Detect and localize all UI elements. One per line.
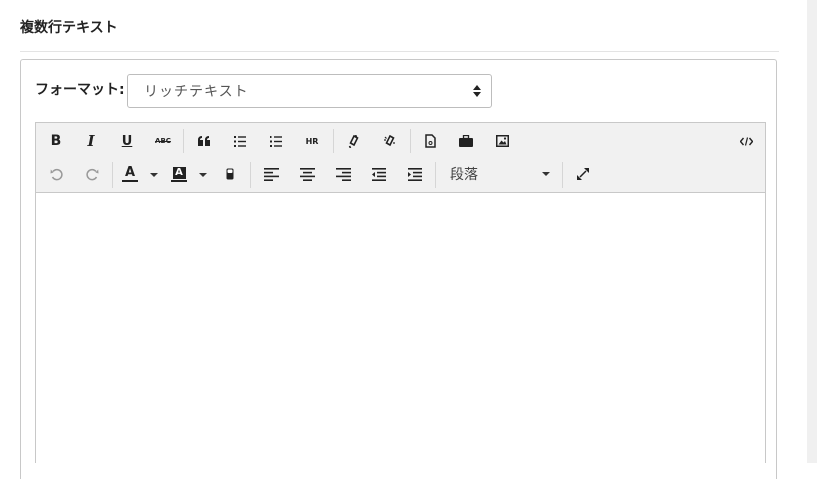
align-center-button[interactable] [294,162,320,186]
toolbar-separator [112,162,113,188]
briefcase-button[interactable] [453,129,479,153]
toolbar-separator [250,162,251,188]
numbered-list-icon [270,135,282,147]
title-divider [20,51,779,52]
eraser-button[interactable] [217,162,243,186]
highlight-color-button[interactable]: A [166,162,192,186]
blockquote-icon [198,136,210,146]
undo-icon [50,168,63,180]
fullscreen-button[interactable] [570,162,596,186]
horizontal-rule-icon: HR [305,136,319,146]
align-right-button[interactable] [330,162,356,186]
numbered-list-button[interactable] [263,129,289,153]
editor-toolbar: B I U ABC HR A A 段落 [36,123,765,193]
font-color-caret-icon[interactable] [150,173,158,177]
align-center-icon [299,167,315,181]
underline-icon: U [121,133,133,149]
align-left-icon [263,167,279,181]
font-color-icon: A [124,165,136,180]
undo-button[interactable] [43,162,69,186]
expand-icon [577,168,589,180]
toolbar-separator [333,129,334,153]
page-scrollbar[interactable] [807,0,817,463]
redo-button[interactable] [79,162,105,186]
image-button[interactable] [489,129,515,153]
highlight-caret-icon[interactable] [199,173,207,177]
indent-icon [408,167,422,181]
italic-icon: I [87,132,95,150]
underline-button[interactable]: U [114,129,140,153]
toolbar-separator [183,129,184,153]
highlight-swatch [171,179,187,182]
toolbar-separator [435,162,436,188]
rich-text-editor: B I U ABC HR A A 段落 [35,122,766,464]
unlink-icon [383,134,395,146]
redo-icon [85,168,98,180]
section-title: 複数行テキスト [20,20,118,36]
select-arrows-icon [473,85,481,97]
outdent-button[interactable] [366,162,392,186]
unlink-button[interactable] [376,129,402,153]
link-button[interactable] [340,129,366,153]
format-select-value: リッチテキスト [144,84,249,100]
strikethrough-icon: ABC [155,137,171,145]
toolbar-separator [562,162,563,188]
bullet-list-icon [234,135,246,147]
align-right-icon [335,167,351,181]
file-icon [424,134,436,148]
indent-button[interactable] [402,162,428,186]
font-color-swatch [122,180,138,182]
bold-icon: B [50,133,62,149]
code-icon [739,136,753,146]
blockquote-button[interactable] [191,129,217,153]
font-color-button[interactable]: A [117,162,143,186]
outdent-icon [372,167,386,181]
eraser-icon [226,168,234,180]
image-icon [495,135,509,147]
source-code-button[interactable] [733,129,759,153]
editor-content-area[interactable] [36,193,765,464]
bullet-list-button[interactable] [227,129,253,153]
paragraph-caret-icon [542,172,550,176]
format-label: フォーマット: [35,82,125,98]
italic-button[interactable]: I [78,129,104,153]
paragraph-style-value: 段落 [450,167,478,183]
toolbar-separator [410,129,411,153]
align-left-button[interactable] [258,162,284,186]
link-icon [348,134,359,148]
file-button[interactable] [417,129,443,153]
bold-button[interactable]: B [43,129,69,153]
strikethrough-button[interactable]: ABC [150,129,176,153]
format-select[interactable]: リッチテキスト [127,74,492,108]
horizontal-rule-button[interactable]: HR [299,129,325,153]
highlight-icon: A [172,166,186,179]
briefcase-icon [459,135,473,147]
